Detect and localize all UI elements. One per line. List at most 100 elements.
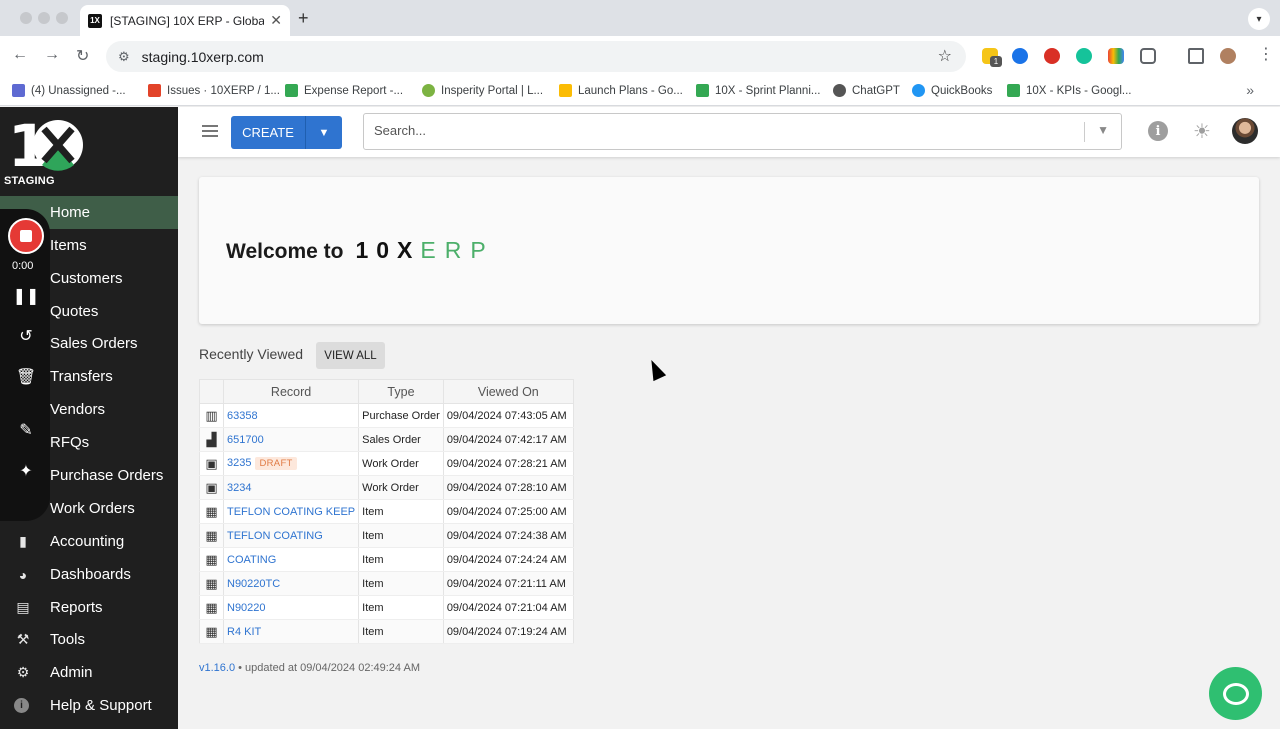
- column-header-record[interactable]: Record: [222, 379, 360, 404]
- minimize-window-button[interactable]: [38, 12, 50, 24]
- record-link[interactable]: TEFLON COATING: [227, 530, 323, 542]
- bookmark-7[interactable]: QuickBooks: [912, 84, 992, 97]
- version-link[interactable]: v1.16.0: [199, 662, 235, 674]
- create-button[interactable]: CREATE ▼: [231, 116, 342, 149]
- brand-10x: 10X: [355, 237, 421, 263]
- new-tab-button[interactable]: +: [298, 8, 309, 29]
- sidebar-item-label: Sales Orders: [50, 335, 138, 352]
- extension-g-icon[interactable]: [1044, 48, 1060, 64]
- column-header-type[interactable]: Type: [358, 379, 444, 404]
- sidebar-item-label: Work Orders: [50, 500, 135, 517]
- column-header-viewed-on[interactable]: Viewed On: [442, 379, 574, 404]
- table-row[interactable]: ▦ COATING Item 09/04/2024 07:24:24 AM: [199, 547, 574, 572]
- forward-arrow-icon[interactable]: →: [44, 46, 60, 64]
- record-link[interactable]: N90220TC: [227, 578, 280, 590]
- draft-badge: DRAFT: [255, 457, 297, 470]
- record-link[interactable]: R4 KIT: [227, 626, 261, 638]
- chat-bubble-icon: [1222, 682, 1249, 705]
- table-row[interactable]: ▟ 651700 Sales Order 09/04/2024 07:42:17…: [199, 427, 574, 452]
- sidebar-item-reports[interactable]: ▤ Reports: [0, 591, 178, 624]
- sidebar-item-label: Vendors: [50, 401, 106, 418]
- sidebar-item-help-support[interactable]: i Help & Support: [0, 689, 178, 722]
- recently-viewed-table: Record Type Viewed On ▥ 63358 Purchase O…: [199, 379, 574, 644]
- table-row[interactable]: ▣ 3234 Work Order 09/04/2024 07:28:10 AM: [199, 475, 574, 500]
- bookmark-label: 10X - Sprint Planni...: [715, 84, 821, 97]
- table-row[interactable]: ▣ 3235 DRAFT Work Order 09/04/2024 07:28:…: [199, 451, 574, 476]
- work-order-icon: ▣: [205, 455, 218, 471]
- sidebar-item-label: Home: [50, 204, 91, 221]
- more-bookmarks-chevron-icon[interactable]: »: [1246, 82, 1254, 98]
- bookmark-label: Launch Plans - Go...: [578, 84, 683, 97]
- theme-sun-icon[interactable]: ☀: [1190, 119, 1214, 143]
- cast-icon[interactable]: [1188, 48, 1204, 64]
- bookmark-1[interactable]: Issues · 10XERP / 1...: [148, 84, 280, 97]
- item-icon: ▦: [205, 575, 218, 591]
- record-link[interactable]: 651700: [227, 434, 264, 446]
- bookmark-3[interactable]: Insperity Portal | L...: [422, 84, 543, 97]
- bookmark-0[interactable]: (4) Unassigned -...: [12, 84, 126, 97]
- openai-icon: [833, 84, 846, 97]
- create-button-label: CREATE: [242, 125, 294, 140]
- sidebar-item-admin[interactable]: ⚙ Admin: [0, 656, 178, 689]
- browser-menu-icon[interactable]: ⋮: [1258, 44, 1274, 64]
- grammarly-icon[interactable]: [1076, 48, 1092, 64]
- restart-icon[interactable]: ↺: [16, 326, 36, 346]
- tab-search-chevron-icon[interactable]: ▾: [1248, 8, 1270, 30]
- bookmark-6[interactable]: ChatGPT: [833, 84, 900, 97]
- menu-hamburger-icon[interactable]: [202, 125, 218, 137]
- sidebar-item-tools[interactable]: ⚒ Tools: [0, 623, 178, 656]
- sidebar-item-label: Transfers: [50, 368, 113, 385]
- record-link[interactable]: N90220: [227, 602, 266, 614]
- record-link[interactable]: 3235: [227, 457, 251, 469]
- sheets-icon: [285, 84, 298, 97]
- bookmark-star-icon[interactable]: ☆: [938, 46, 952, 66]
- item-icon: ▦: [205, 599, 218, 615]
- site-settings-icon[interactable]: ⚙: [118, 49, 130, 65]
- bookmark-8[interactable]: 10X - KPIs - Googl...: [1007, 84, 1131, 97]
- search-dropdown-chevron-icon[interactable]: ▼: [1097, 123, 1109, 137]
- back-arrow-icon[interactable]: ←: [12, 46, 28, 64]
- sales-order-icon: ▟: [206, 431, 217, 447]
- bookmark-2[interactable]: Expense Report -...: [285, 84, 403, 97]
- browser-tab-active[interactable]: 1X [STAGING] 10X ERP - Global C ✕: [80, 5, 290, 36]
- user-avatar[interactable]: [1232, 118, 1258, 144]
- pencil-icon[interactable]: ✎: [16, 420, 36, 440]
- table-row[interactable]: ▥ 63358 Purchase Order 09/04/2024 07:43:…: [199, 403, 574, 428]
- table-row[interactable]: ▦ TEFLON COATING Item 09/04/2024 07:24:3…: [199, 523, 574, 548]
- table-row[interactable]: ▦ TEFLON COATING KEEP Item 09/04/2024 07…: [199, 499, 574, 524]
- search-input[interactable]: [374, 123, 1074, 138]
- effects-wand-icon[interactable]: ✦: [16, 461, 36, 481]
- extension-color-icon[interactable]: [1108, 48, 1124, 64]
- info-icon[interactable]: i: [1148, 121, 1168, 141]
- stop-recording-button[interactable]: [8, 218, 44, 254]
- extension-c-icon[interactable]: [1012, 48, 1028, 64]
- profile-avatar-icon[interactable]: [1220, 48, 1236, 64]
- create-dropdown-chevron-icon[interactable]: ▼: [306, 127, 342, 139]
- record-link[interactable]: 3234: [227, 482, 251, 494]
- maximize-window-button[interactable]: [56, 12, 68, 24]
- pause-icon[interactable]: ❚❚: [13, 286, 40, 306]
- view-all-button[interactable]: VIEW ALL: [316, 342, 385, 369]
- address-bar[interactable]: ⚙ staging.10xerp.com ☆: [106, 41, 966, 72]
- record-type: Item: [358, 523, 444, 548]
- table-row[interactable]: ▦ R4 KIT Item 09/04/2024 07:19:24 AM: [199, 619, 574, 644]
- record-link[interactable]: TEFLON COATING KEEP: [227, 506, 355, 518]
- tab-favicon: 1X: [88, 13, 102, 28]
- support-chat-button[interactable]: [1209, 667, 1262, 720]
- bookmarks-bar: (4) Unassigned -... Issues · 10XERP / 1.…: [0, 78, 1280, 106]
- sidebar-item-accounting[interactable]: ▮ Accounting: [0, 525, 178, 558]
- bookmark-5[interactable]: 10X - Sprint Planni...: [696, 84, 820, 97]
- tab-close-icon[interactable]: ✕: [270, 12, 282, 29]
- table-row[interactable]: ▦ N90220 Item 09/04/2024 07:21:04 AM: [199, 595, 574, 620]
- table-row[interactable]: ▦ N90220TC Item 09/04/2024 07:21:11 AM: [199, 571, 574, 596]
- extensions-puzzle-icon[interactable]: [1140, 48, 1156, 64]
- recently-viewed-title: Recently Viewed: [199, 346, 304, 362]
- reload-icon[interactable]: ↻: [76, 46, 89, 66]
- close-window-button[interactable]: [20, 12, 32, 24]
- record-link[interactable]: COATING: [227, 554, 276, 566]
- sidebar-item-dashboards[interactable]: ◕ Dashboards: [0, 558, 178, 591]
- trash-icon[interactable]: 🗑: [16, 367, 36, 387]
- bookmark-4[interactable]: Launch Plans - Go...: [559, 84, 683, 97]
- updated-text: • updated at 09/04/2024 02:49:24 AM: [235, 662, 420, 674]
- record-link[interactable]: 63358: [227, 410, 258, 422]
